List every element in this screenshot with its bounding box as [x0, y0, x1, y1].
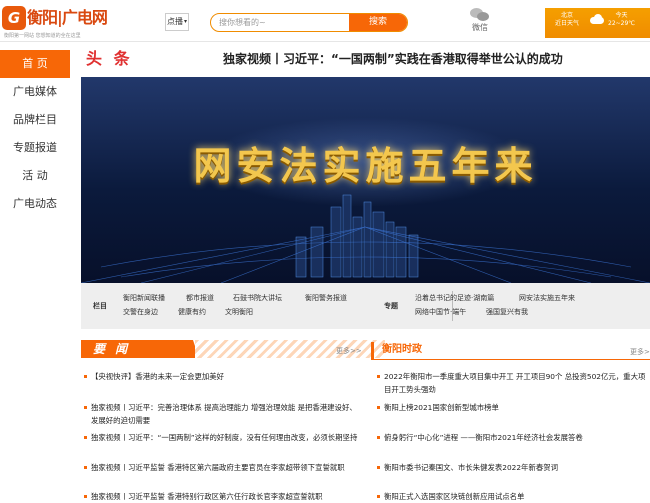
bullet-icon — [377, 436, 380, 439]
weather-location: 北京 近日天气 — [555, 12, 579, 28]
list-item[interactable]: 【央视快评】香港的未来一定会更加美好 — [84, 370, 361, 383]
section-title-news: 要 闻 — [81, 340, 199, 358]
cloud-icon — [590, 14, 606, 24]
hero-banner[interactable]: 网安法实施五年来 — [81, 77, 650, 283]
sidebar-item-news[interactable]: 广电动态 — [0, 190, 70, 218]
list-item-title: 2022年衡阳市一季度重大项目集中开工 开工项目90个 总投资502亿元，重大项… — [384, 372, 646, 394]
bullet-icon — [84, 436, 87, 439]
list-item-title: 俯身躬行“中心化”进程 ——衡阳市2021年经济社会发展答卷 — [384, 433, 583, 442]
list-item-title: 独家视频丨习近平：“一国两制”这样的好制度，没有任何理由改变，必须长期坚持 — [91, 433, 358, 442]
bullet-icon — [84, 406, 87, 409]
channel-label-left: 栏目 — [93, 302, 107, 310]
wechat-icon — [470, 8, 490, 22]
wechat-label: 微信 — [472, 23, 488, 32]
channel-link[interactable]: 石鼓书院大讲坛 — [233, 293, 282, 303]
list-item[interactable]: 独家视频丨习近平监誓 香港特别行政区第六任行政长官李家超宣誓就职 — [84, 490, 361, 503]
more-link-news[interactable]: 更多>> — [336, 346, 362, 356]
chevron-down-icon: ▾ — [183, 18, 187, 25]
sidebar-item-events[interactable]: 活 动 — [0, 162, 70, 190]
logo-slogan: 衡阳第一网站 您想知道的全在这里 — [4, 33, 81, 39]
channel-link[interactable]: 文明衡阳 — [225, 307, 253, 317]
list-item[interactable]: 2022年衡阳市一季度重大项目集中开工 开工项目90个 总投资502亿元，重大项… — [377, 370, 650, 396]
list-item[interactable]: 独家视频丨习近平：完善治理体系 提高治理能力 增强治理效能 是把香港建设好、发展… — [84, 401, 361, 427]
channel-bar: 栏目 衡阳新闻联播 都市报道 石鼓书院大讲坛 衡阳警务报道 交警在身边 健康有约… — [81, 283, 650, 329]
channel-link[interactable]: 健康有约 — [178, 307, 206, 317]
bullet-icon — [377, 495, 380, 498]
topic-link[interactable]: 强国复兴有我 — [486, 307, 528, 317]
sidebar-item-brand-columns[interactable]: 品牌栏目 — [0, 106, 70, 134]
list-item[interactable]: 独家视频丨习近平：“一国两制”这样的好制度，没有任何理由改变，必须长期坚持 — [84, 431, 361, 444]
more-link-politics[interactable]: 更多> — [630, 347, 650, 357]
sidebar-nav: 首 页 广电媒体 品牌栏目 专题报道 活 动 广电动态 — [0, 50, 70, 218]
weather-temp: 22~29℃ — [608, 20, 636, 27]
headline-title[interactable]: 独家视频丨习近平：“一国两制”实践在香港取得举世公认的成功 — [223, 48, 563, 70]
bullet-icon — [84, 495, 87, 498]
sidebar-item-special-reports[interactable]: 专题报道 — [0, 134, 70, 162]
list-item[interactable]: 俯身躬行“中心化”进程 ——衡阳市2021年经济社会发展答卷 — [377, 431, 650, 444]
sidebar-item-media[interactable]: 广电媒体 — [0, 78, 70, 106]
site-header: G 衡阳|广电网 衡阳第一网站 您想知道的全在这里 点播 ▾ 搜你想看的~ 搜索 … — [0, 0, 650, 42]
bullet-icon — [84, 466, 87, 469]
logo-mark: G — [2, 6, 26, 30]
channel-link[interactable]: 衡阳警务报道 — [305, 293, 347, 303]
search-input[interactable]: 搜你想看的~ — [219, 14, 266, 31]
section-title-politics: 衡阳时政 — [371, 342, 650, 360]
list-item-title: 衡阳市委书记秦国文、市长朱健发表2022年新春贺词 — [384, 463, 559, 472]
search-box[interactable]: 搜你想看的~ 搜索 — [210, 13, 408, 32]
search-type-value: 点播 — [167, 17, 183, 26]
bullet-icon — [377, 406, 380, 409]
topic-link[interactable]: 网络中国节·端午 — [415, 307, 466, 317]
weather-city: 北京 — [561, 12, 574, 19]
list-item-title: 【央视快评】香港的未来一定会更加美好 — [91, 372, 225, 381]
weather-live-label: 近日天气 — [555, 20, 580, 27]
channel-link[interactable]: 交警在身边 — [123, 307, 158, 317]
sidebar-item-home[interactable]: 首 页 — [0, 50, 70, 78]
site-logo[interactable]: G 衡阳|广电网 衡阳第一网站 您想知道的全在这里 — [2, 6, 108, 39]
weather-widget: 北京 近日天气 今天 22~29℃ — [545, 8, 650, 38]
weather-today-label: 今天 — [615, 12, 628, 19]
list-item[interactable]: 衡阳正式入选国家区块链创新应用试点名单 — [377, 490, 650, 503]
weather-today: 今天 22~29℃ — [608, 12, 635, 28]
list-item[interactable]: 衡阳市委书记秦国文、市长朱健发表2022年新春贺词 — [377, 461, 650, 474]
channel-link[interactable]: 都市报道 — [186, 293, 214, 303]
topic-link[interactable]: 沿着总书记的足迹·湖南篇 — [415, 293, 494, 303]
topic-link[interactable]: 网安法实施五年来 — [519, 293, 575, 303]
search-button[interactable]: 搜索 — [349, 14, 407, 31]
bullet-icon — [84, 375, 87, 378]
list-item-title: 独家视频丨习近平：完善治理体系 提高治理能力 增强治理效能 是把香港建设好、发展… — [91, 403, 357, 425]
wechat-link[interactable]: 微信 — [465, 8, 495, 38]
channel-link[interactable]: 衡阳新闻联播 — [123, 293, 165, 303]
list-item-title: 独家视频丨习近平监誓 香港特区第六届政府主要官员在李家超带领下宣誓就职 — [91, 463, 345, 472]
channel-label-right: 专题 — [384, 302, 398, 310]
list-item[interactable]: 衡阳上榜2021国家创新型城市榜单 — [377, 401, 650, 414]
list-item-title: 衡阳上榜2021国家创新型城市榜单 — [384, 403, 499, 412]
headline-label: 头 条 — [86, 49, 133, 68]
logo-name: 衡阳|广电网 — [27, 8, 108, 27]
banner-title: 网安法实施五年来 — [193, 144, 538, 188]
list-item[interactable]: 独家视频丨习近平监誓 香港特区第六届政府主要官员在李家超带领下宣誓就职 — [84, 461, 361, 474]
search-type-select[interactable]: 点播 ▾ — [165, 13, 189, 31]
bullet-icon — [377, 466, 380, 469]
bullet-icon — [377, 375, 380, 378]
